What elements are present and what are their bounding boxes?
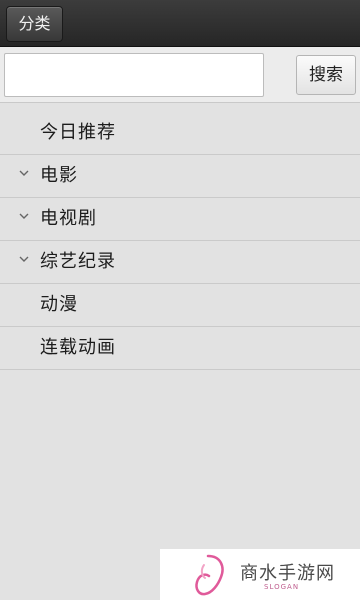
search-input[interactable] — [4, 53, 264, 97]
menu-item-movies[interactable]: 电影 — [0, 155, 360, 198]
watermark-slogan: SLOGAN — [264, 583, 300, 591]
menu-item-tv-series[interactable]: 电视剧 — [0, 198, 360, 241]
menu-item-label: 综艺纪录 — [40, 251, 116, 272]
menu-item-serial-animation[interactable]: 连载动画 — [0, 327, 360, 370]
menu-item-label: 今日推荐 — [40, 122, 116, 143]
menu-item-variety-documentary[interactable]: 综艺纪录 — [0, 241, 360, 284]
brand-logo-icon — [195, 554, 224, 596]
menu-item-label: 电视剧 — [40, 208, 97, 229]
menu-item-label: 连载动画 — [40, 337, 116, 358]
category-button[interactable]: 分类 — [6, 6, 63, 42]
watermark-text: 商水手游网 — [240, 563, 335, 584]
search-button[interactable]: 搜索 — [296, 55, 356, 95]
category-menu: 今日推荐 电影 电视剧 综艺纪录 动漫 连载动画 — [0, 112, 360, 370]
menu-item-recommended[interactable]: 今日推荐 — [0, 112, 360, 155]
menu-item-label: 动漫 — [40, 294, 78, 315]
search-bar: 搜索 — [0, 47, 360, 103]
top-bar: 分类 — [0, 0, 360, 47]
menu-item-anime[interactable]: 动漫 — [0, 284, 360, 327]
chevron-down-icon — [19, 170, 29, 176]
chevron-down-icon — [19, 213, 29, 219]
site-watermark: 商水手游网 SLOGAN — [160, 549, 360, 600]
menu-item-label: 电影 — [40, 165, 78, 186]
chevron-down-icon — [19, 256, 29, 262]
